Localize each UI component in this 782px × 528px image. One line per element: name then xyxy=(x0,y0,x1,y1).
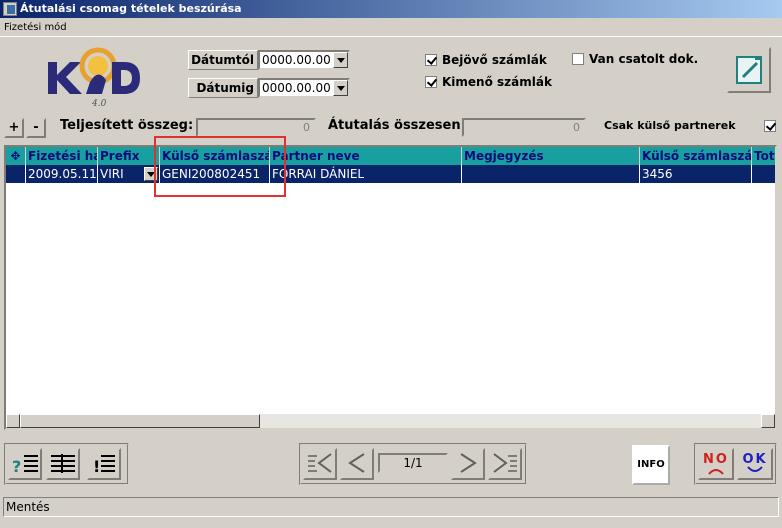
cell-partner[interactable]: FORRAI DÁNIEL xyxy=(270,165,462,183)
date-to-label: Dátumig xyxy=(188,78,258,98)
outgoing-check-icon[interactable] xyxy=(425,76,437,88)
logo-version: 4.0 xyxy=(91,99,107,108)
list-view-button[interactable] xyxy=(46,448,80,480)
row-indicator xyxy=(6,165,26,183)
outgoing-label: Kimenő számlák xyxy=(442,75,552,89)
outgoing-invoices-checkbox[interactable]: Kimenő számlák xyxy=(425,75,552,89)
cell-total[interactable] xyxy=(752,165,775,183)
menu-bar: Fizetési mód xyxy=(0,18,782,37)
k2d-logo: 4.0 xyxy=(48,47,140,108)
col-header-note[interactable]: Megjegyzés xyxy=(462,147,640,165)
last-page-icon xyxy=(493,453,517,473)
incoming-invoices-checkbox[interactable]: Bejövő számlák xyxy=(425,53,547,67)
sad-face-icon xyxy=(708,469,724,475)
horizontal-scrollbar[interactable] xyxy=(6,414,775,428)
cancel-button[interactable]: NO xyxy=(698,448,734,480)
date-from-value: 0000.00.00 xyxy=(262,53,331,67)
next-page-icon xyxy=(460,453,477,473)
external-check-icon[interactable] xyxy=(764,120,776,132)
cell-date[interactable]: 2009.05.11. xyxy=(26,165,98,183)
logo-k xyxy=(48,62,82,94)
grid-corner-icon[interactable]: ✥ xyxy=(6,147,26,165)
incoming-label: Bejövő számlák xyxy=(442,53,547,67)
remove-row-button[interactable]: - xyxy=(26,118,46,138)
col-header-external-account[interactable]: Külső számlaszán xyxy=(640,147,752,165)
col-header-partner[interactable]: Partner neve xyxy=(270,147,462,165)
menu-item-fizetesi-mod[interactable]: Fizetési mód xyxy=(4,22,67,33)
col-header-date[interactable]: Fizetési ha xyxy=(26,147,98,165)
prev-page-icon xyxy=(348,453,365,473)
info-button[interactable]: INFO xyxy=(632,445,670,485)
status-bar: Mentés xyxy=(3,497,779,517)
svg-text:!: ! xyxy=(93,457,100,476)
status-text: Mentés xyxy=(6,500,50,514)
external-partners-checkbox[interactable]: Csak külső partnerek xyxy=(604,119,776,133)
completed-amount-field: 0 xyxy=(196,118,316,137)
list-view-icon xyxy=(51,454,75,473)
table-row[interactable]: 2009.05.11. VIRI GENI200802451 FORRAI DÁ… xyxy=(6,165,775,183)
col-header-prefix[interactable]: Prefix xyxy=(98,147,160,165)
window-title: Átutalási csomag tételek beszúrása xyxy=(20,2,242,15)
cancel-label: NO xyxy=(703,452,729,467)
highlight-box xyxy=(154,136,286,197)
info-label: INFO xyxy=(637,459,665,470)
prev-page-button[interactable] xyxy=(340,448,374,480)
attached-check-icon[interactable] xyxy=(572,53,584,65)
incoming-check-icon[interactable] xyxy=(425,54,437,66)
next-page-button[interactable] xyxy=(451,448,485,480)
add-row-button[interactable]: + xyxy=(4,118,24,138)
date-from-label: Dátumtól xyxy=(188,50,258,70)
first-page-button[interactable] xyxy=(303,448,337,480)
attached-doc-checkbox[interactable]: Van csatolt dok. xyxy=(572,52,698,66)
cell-external-account[interactable]: 3456 xyxy=(640,165,752,183)
add-icon: + xyxy=(8,120,20,135)
date-to-input[interactable]: 0000.00.00 xyxy=(258,78,350,98)
ok-button[interactable]: OK xyxy=(737,448,773,480)
date-to-dropdown-icon[interactable] xyxy=(333,80,348,96)
completed-amount-label: Teljesített összeg: xyxy=(60,118,194,133)
edit-button[interactable] xyxy=(727,47,771,93)
alert-list-button[interactable]: ! xyxy=(87,448,121,480)
edit-icon xyxy=(736,56,762,84)
cell-prefix-value: VIRI xyxy=(100,167,124,181)
grid-header: ✥ Fizetési ha Prefix Külső számlaszá Par… xyxy=(6,147,775,165)
scroll-thumb[interactable] xyxy=(20,414,260,428)
date-from-input[interactable]: 0000.00.00 xyxy=(258,50,350,70)
smile-face-icon xyxy=(747,466,763,472)
transfer-total-field: 0 xyxy=(462,118,586,137)
cell-note[interactable] xyxy=(462,165,640,183)
remove-icon: - xyxy=(33,120,39,135)
query-list-button[interactable]: ? xyxy=(8,448,42,480)
date-to-value: 0000.00.00 xyxy=(262,81,331,95)
transfer-total-label: Átutalás összesen: xyxy=(328,118,466,133)
scroll-left-icon[interactable] xyxy=(6,414,20,428)
alert-list-icon: ! xyxy=(93,455,115,476)
date-from-dropdown-icon[interactable] xyxy=(333,52,348,68)
external-label: Csak külső partnerek xyxy=(604,119,736,132)
cell-prefix[interactable]: VIRI xyxy=(98,165,160,183)
last-page-button[interactable] xyxy=(488,448,522,480)
title-bar: Átutalási csomag tételek beszúrása xyxy=(0,0,782,18)
page-indicator: 1/1 xyxy=(378,453,448,473)
invoice-grid[interactable]: ✥ Fizetési ha Prefix Külső számlaszá Par… xyxy=(4,145,777,430)
app-icon xyxy=(3,2,17,16)
svg-text:?: ? xyxy=(12,457,21,476)
scroll-right-icon[interactable] xyxy=(761,414,775,428)
query-list-icon: ? xyxy=(12,455,38,476)
attached-label: Van csatolt dok. xyxy=(589,52,699,66)
col-header-total[interactable]: Tot xyxy=(752,147,775,165)
first-page-icon xyxy=(308,453,332,473)
